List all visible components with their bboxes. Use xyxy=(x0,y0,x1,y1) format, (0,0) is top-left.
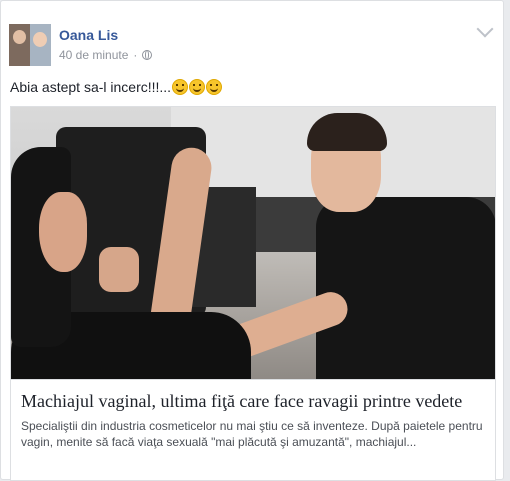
avatar-photo-left xyxy=(9,24,30,66)
link-title[interactable]: Machiajul vaginal, ultima fiţă care face… xyxy=(21,390,485,412)
post-card: Oana Lis 40 de minute · Abia astept sa-l… xyxy=(0,0,504,481)
status-text: Abia astept sa-l incerc!!!... xyxy=(10,79,172,95)
author-avatar[interactable] xyxy=(9,24,51,66)
link-preview-image[interactable] xyxy=(11,107,495,379)
meta-separator: · xyxy=(133,48,138,62)
link-preview[interactable]: Machiajul vaginal, ultima fiţă care face… xyxy=(10,106,496,481)
photo-man-body xyxy=(316,197,495,379)
post-timestamp[interactable]: 40 de minute xyxy=(59,48,128,62)
globe-icon[interactable] xyxy=(142,50,153,60)
photo-hand xyxy=(99,247,139,292)
avatar-photo-right xyxy=(30,24,51,66)
photo-man-hair xyxy=(307,113,387,151)
smiling-face-icon xyxy=(206,79,223,95)
smiling-face-icon xyxy=(189,79,206,95)
post-meta: 40 de minute · xyxy=(59,48,153,62)
chevron-down-icon[interactable] xyxy=(476,20,494,38)
winking-face-icon xyxy=(172,79,189,95)
post-status: Abia astept sa-l incerc!!!... xyxy=(10,79,223,95)
author-name-link[interactable]: Oana Lis xyxy=(59,27,118,43)
photo-woman-face xyxy=(39,192,87,272)
link-description: Specialiştii din industria cosmeticelor … xyxy=(21,419,483,449)
link-caption[interactable]: Machiajul vaginal, ultima fiţă care face… xyxy=(11,379,495,480)
